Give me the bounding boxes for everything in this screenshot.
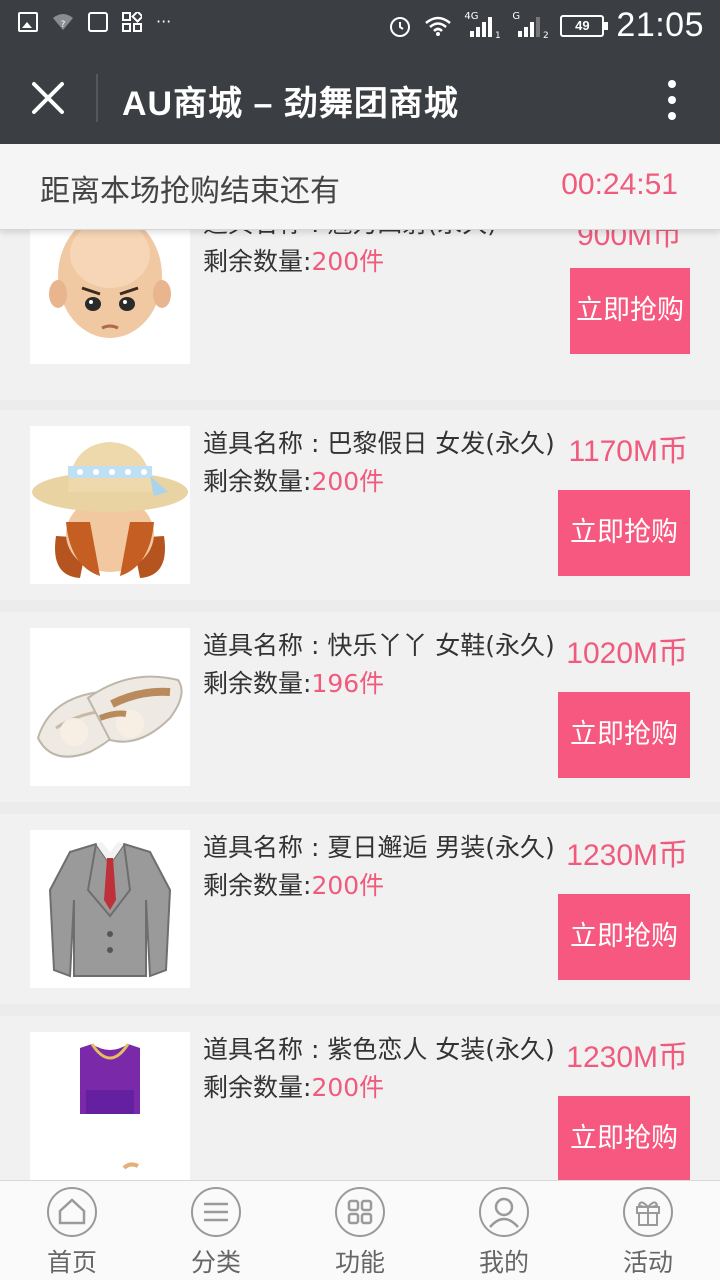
nav-item-mine[interactable]: 我的 <box>432 1181 576 1280</box>
countdown-timer: 00:24:51 <box>561 168 678 201</box>
product-name: 道具名称 : 巴黎假日 女发(永久) <box>203 429 555 458</box>
user-icon <box>479 1187 529 1237</box>
wifi-icon <box>425 16 452 36</box>
nav-item-functions[interactable]: 功能 <box>288 1181 432 1280</box>
notification-icons: ? ··· <box>18 12 171 32</box>
nav-item-events[interactable]: 活动 <box>576 1181 720 1280</box>
product-price: 1170M币 <box>568 435 688 468</box>
product-image[interactable] <box>30 230 190 364</box>
product-stock: 剩余数量:200件 <box>203 467 385 496</box>
image-notification-icon <box>18 12 38 32</box>
gift-icon <box>623 1187 673 1237</box>
product-stock: 剩余数量:200件 <box>203 1073 385 1102</box>
product-stock: 剩余数量:200件 <box>203 247 385 276</box>
buy-now-button[interactable]: 立即抢购 <box>570 268 690 354</box>
product-name: 道具名称 : 快乐丫丫 女鞋(永久) <box>203 631 555 660</box>
nav-item-home[interactable]: 首页 <box>0 1181 144 1280</box>
product-stock: 剩余数量:200件 <box>203 871 385 900</box>
grid-icon <box>335 1187 385 1237</box>
product-card: 道具名称 : 快乐丫丫 女鞋(永久) 剩余数量:196件 1020M币 立即抢购 <box>0 612 720 802</box>
product-stock: 剩余数量:196件 <box>203 669 385 698</box>
product-card: 道具名称 : 紫色恋人 女装(永久) 剩余数量:200件 1230M币 立即抢购 <box>0 1016 720 1180</box>
nav-label: 我的 <box>478 1248 529 1277</box>
nav-item-category[interactable]: 分类 <box>144 1181 288 1280</box>
page-title: AU商城 – 劲舞团商城 <box>122 85 459 123</box>
overflow-notifications: ··· <box>156 12 172 31</box>
product-name: 道具名称 : 魅力四射(永久) <box>203 230 497 240</box>
svg-text:?: ? <box>61 20 66 30</box>
product-price: 1020M币 <box>566 637 688 670</box>
flash-sale-countdown: 距离本场抢购结束还有 00:24:51 <box>0 144 720 230</box>
menu-icon <box>191 1187 241 1237</box>
alarm-icon <box>390 16 411 37</box>
product-name: 道具名称 : 夏日邂逅 男装(永久) <box>203 833 555 862</box>
bottom-navigation: 首页 分类 功能 我的 活动 <box>0 1180 720 1280</box>
product-price: 1230M币 <box>566 1041 688 1074</box>
app-bar: AU商城 – 劲舞团商城 <box>0 52 720 144</box>
product-card: 道具名称 : 巴黎假日 女发(永久) 剩余数量:200件 1170M币 立即抢购 <box>0 410 720 600</box>
nav-label: 分类 <box>190 1248 241 1277</box>
countdown-label: 距离本场抢购结束还有 <box>40 174 340 209</box>
close-icon[interactable] <box>24 74 72 122</box>
product-card: 道具名称 : 魅力四射(永久) 剩余数量:200件 900M币 立即抢购 <box>0 230 720 400</box>
nav-label: 功能 <box>334 1248 385 1277</box>
product-price: 900M币 <box>576 230 682 252</box>
purple-outfit-image <box>80 1043 140 1170</box>
battery-indicator: 49 <box>560 14 609 37</box>
home-icon <box>47 1187 97 1237</box>
grey-suit-image <box>48 842 172 978</box>
app-bar-divider <box>96 74 98 122</box>
product-image[interactable] <box>30 628 190 786</box>
product-image[interactable] <box>30 830 190 988</box>
svg-text:2: 2 <box>543 31 548 39</box>
product-list[interactable]: 道具名称 : 魅力四射(永久) 剩余数量:200件 900M币 立即抢购 <box>0 230 720 1180</box>
nav-label: 首页 <box>46 1248 97 1277</box>
clock: 21:05 <box>616 6 704 44</box>
buy-now-button[interactable]: 立即抢购 <box>558 1096 690 1180</box>
buy-now-button[interactable]: 立即抢购 <box>558 894 690 980</box>
svg-text:1: 1 <box>495 31 500 39</box>
more-vertical-icon[interactable] <box>664 78 680 122</box>
bald-head-image <box>49 230 171 338</box>
product-name: 道具名称 : 紫色恋人 女装(永久) <box>203 1035 555 1064</box>
nav-label: 活动 <box>622 1248 673 1277</box>
buy-now-button[interactable]: 立即抢购 <box>558 692 690 778</box>
product-card: 道具名称 : 夏日邂逅 男装(永久) 剩余数量:200件 1230M币 立即抢购 <box>0 814 720 1004</box>
signal-g-icon: G 2 <box>512 10 549 39</box>
product-price: 1230M币 <box>566 839 688 872</box>
status-bar: ? ··· 4G 1 G 2 49 21:05 <box>0 0 720 52</box>
status-indicators: 4G 1 G 2 49 21:05 <box>388 6 704 45</box>
product-image[interactable] <box>30 1032 190 1180</box>
signal-4g-icon: 4G 1 <box>464 10 501 39</box>
app-grid-icon <box>122 12 142 32</box>
straw-hat-hair-image <box>32 442 188 578</box>
product-image[interactable] <box>30 426 190 584</box>
white-shoes-image <box>36 675 183 758</box>
message-icon <box>88 12 108 32</box>
buy-now-button[interactable]: 立即抢购 <box>558 490 690 576</box>
wifi-question-icon: ? <box>53 14 73 30</box>
